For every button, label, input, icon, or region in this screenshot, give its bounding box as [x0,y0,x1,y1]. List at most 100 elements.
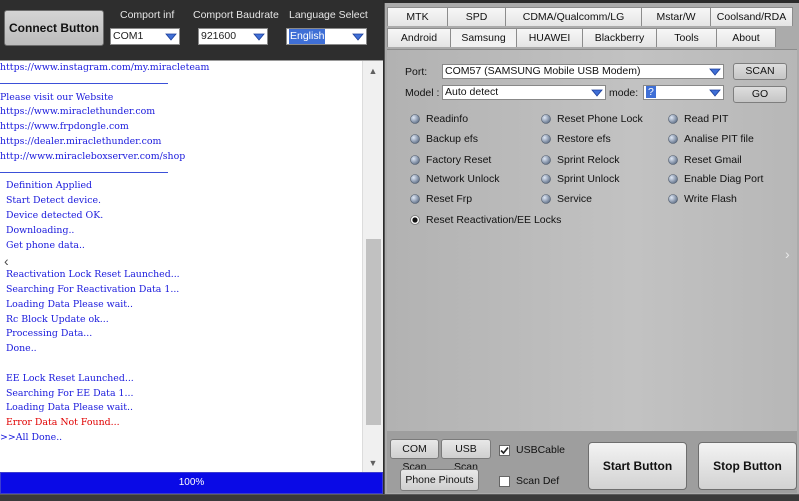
radio-unselected-icon[interactable] [541,134,551,144]
option-reset-gmail[interactable]: Reset Gmail [668,154,742,166]
tab-row-platforms: MTK SPD CDMA/Qualcomm/LG Mstar/W Coolsand/RD… [387,7,793,26]
radio-unselected-icon[interactable] [541,174,551,184]
mode-select[interactable]: ? [643,85,724,100]
option-reset-phone-lock[interactable]: Reset Phone Lock [541,113,643,125]
option-backup-efs[interactable]: Backup efs [410,133,478,145]
tab-mstar-w[interactable]: Mstar/W [641,7,711,26]
chevron-down-icon[interactable] [590,86,604,99]
scroll-up-icon[interactable]: ▲ [363,63,383,79]
tab-mtk[interactable]: MTK [387,7,448,26]
scan-def-checkbox[interactable]: Scan Def [499,475,559,487]
chevron-down-icon[interactable] [163,30,178,43]
radio-unselected-icon[interactable] [668,134,678,144]
connect-button[interactable]: Connect Button [4,10,104,46]
chevron-right-icon[interactable]: › [785,246,790,262]
radio-unselected-icon[interactable] [668,155,678,165]
com-scan-button[interactable]: COM Scan [390,439,439,473]
language-value: English [289,29,326,44]
option-write-flash[interactable]: Write Flash [668,193,737,205]
chevron-down-icon[interactable] [708,86,722,99]
usb-scan-button[interactable]: USB Scan [441,439,491,473]
mode-label: mode: [609,87,639,99]
option-label: Analise PIT file [684,133,754,145]
log-line: Reactivation Lock Reset Launched... [0,269,180,281]
start-button[interactable]: Start Button [588,442,687,490]
option-label: Reset Phone Lock [557,113,643,125]
option-label: Sprint Unlock [557,173,620,185]
chevron-down-icon[interactable] [350,30,365,43]
option-enable-diag-port[interactable]: Enable Diag Port [668,173,763,185]
option-label: Backup efs [426,133,478,145]
comport-info-label: Comport inf [120,9,175,21]
checkbox-checked-icon[interactable] [499,444,510,456]
option-reset-frp[interactable]: Reset Frp [410,193,472,205]
log-line: Get phone data.. [0,239,85,251]
option-sprint-unlock[interactable]: Sprint Unlock [541,173,619,185]
tab-about[interactable]: About [716,28,776,47]
log-line: Device detected OK. [0,209,104,221]
scan-button[interactable]: SCAN [733,63,787,80]
log-line: https://dealer.miraclethunder.com [0,135,162,147]
log-output[interactable]: https://www.instagram.com/my.miracleteam… [0,60,383,473]
option-reset-reactivation-ee-locks[interactable]: Reset Reactivation/EE Locks [410,214,561,226]
port-label: Port: [405,66,428,78]
log-line: Processing Data... [0,328,93,340]
option-factory-reset[interactable]: Factory Reset [410,154,491,166]
radio-unselected-icon[interactable] [668,194,678,204]
usb-cable-checkbox[interactable]: USBCable [499,444,565,456]
tab-spd[interactable]: SPD [447,7,506,26]
option-readinfo[interactable]: Readinfo [410,113,468,125]
radio-selected-icon[interactable] [410,215,420,225]
radio-unselected-icon[interactable] [668,174,678,184]
comport-select[interactable]: COM1 [110,28,180,45]
option-analise-pit-file[interactable]: Analise PIT file [668,133,754,145]
chevron-down-icon[interactable] [708,65,722,78]
log-line: https://www.frpdongle.com [0,121,129,133]
log-line: EE Lock Reset Launched... [0,372,134,384]
baudrate-value: 921600 [201,30,237,42]
option-label: Network Unlock [426,173,500,185]
radio-unselected-icon[interactable] [410,155,420,165]
chevron-left-icon[interactable]: ‹ [4,253,9,269]
log-scrollbar[interactable]: ▲ ▼ [362,61,383,473]
stop-button[interactable]: Stop Button [698,442,797,490]
option-read-pit[interactable]: Read PIT [668,113,728,125]
tab-coolsand-rda[interactable]: Coolsand/RDA [710,7,793,26]
radio-unselected-icon[interactable] [541,194,551,204]
baudrate-label: Comport Baudrate [193,9,279,21]
phone-pinouts-button[interactable]: Phone Pinouts [400,469,479,491]
radio-unselected-icon[interactable] [410,174,420,184]
option-label: Readinfo [426,113,469,125]
tab-tools[interactable]: Tools [656,28,717,47]
option-restore-efs[interactable]: Restore efs [541,133,611,145]
model-value: Auto detect [445,86,499,98]
tab-blackberry[interactable]: Blackberry [582,28,657,47]
baudrate-select[interactable]: 921600 [198,28,268,45]
model-select[interactable]: Auto detect [442,85,606,100]
tab-android[interactable]: Android [387,28,451,47]
radio-unselected-icon[interactable] [541,114,551,124]
option-sprint-relock[interactable]: Sprint Relock [541,154,619,166]
option-service[interactable]: Service [541,193,592,205]
radio-unselected-icon[interactable] [668,114,678,124]
tab-huawei[interactable]: HUAWEI [516,28,583,47]
radio-unselected-icon[interactable] [541,155,551,165]
option-network-unlock[interactable]: Network Unlock [410,173,500,185]
scroll-down-icon[interactable]: ▼ [363,455,383,471]
go-button[interactable]: GO [733,86,787,103]
scrollbar-thumb[interactable] [366,239,381,425]
log-line: Searching For Reactivation Data 1... [0,283,180,295]
port-select[interactable]: COM57 (SAMSUNG Mobile USB Modem) [442,64,724,79]
checkbox-unchecked-icon[interactable] [499,475,510,487]
language-label: Language Select [289,9,368,21]
chevron-down-icon[interactable] [251,30,266,43]
tab-samsung[interactable]: Samsung [450,28,517,47]
option-label: Sprint Relock [557,154,620,166]
option-label: Enable Diag Port [684,173,764,185]
radio-unselected-icon[interactable] [410,194,420,204]
radio-unselected-icon[interactable] [410,114,420,124]
language-select[interactable]: English [286,28,367,45]
model-label: Model : [405,87,440,99]
radio-unselected-icon[interactable] [410,134,420,144]
tab-cdma-qualcomm-lg[interactable]: CDMA/Qualcomm/LG [505,7,642,26]
